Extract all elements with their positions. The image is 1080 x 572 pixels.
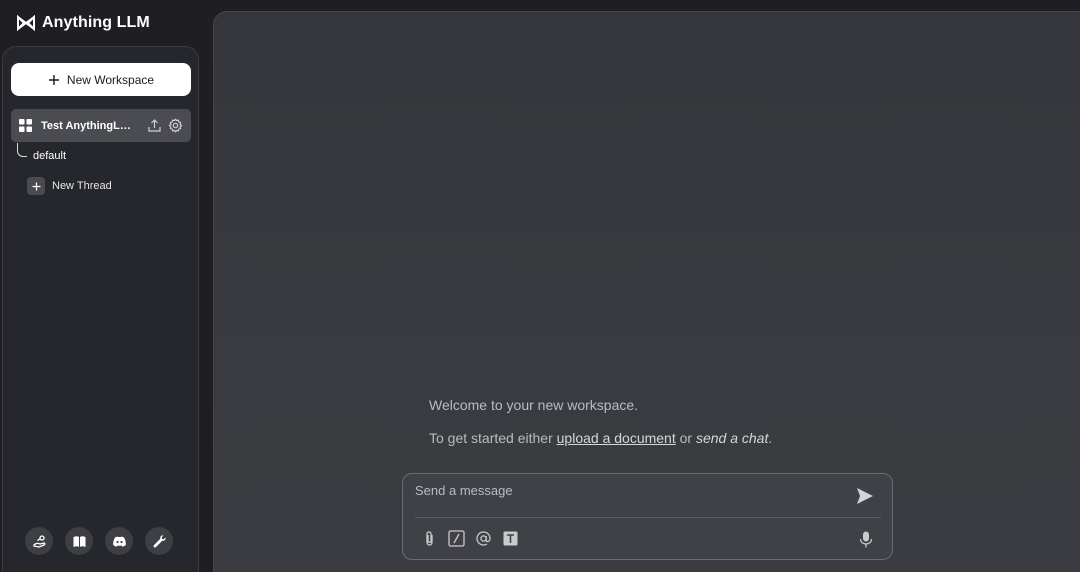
workspace-item[interactable]: Test AnythingLLM bbox=[11, 109, 191, 142]
send-chat-text: send a chat bbox=[695, 430, 769, 446]
workspace-settings-gear-icon[interactable] bbox=[168, 118, 183, 133]
message-input[interactable] bbox=[415, 480, 835, 500]
period: . bbox=[768, 430, 773, 446]
new-thread-label: New Thread bbox=[52, 180, 112, 192]
attach-icon[interactable] bbox=[421, 530, 438, 547]
send-icon[interactable] bbox=[855, 486, 875, 506]
welcome-message: Welcome to your new workspace. bbox=[429, 397, 639, 413]
composer-toolbar bbox=[421, 530, 519, 547]
new-thread-button[interactable]: New Thread bbox=[27, 177, 112, 195]
app-name: Anything LLM bbox=[42, 14, 150, 31]
get-started-message: To get started either upload a document … bbox=[429, 430, 772, 446]
text-size-icon[interactable] bbox=[502, 530, 519, 547]
thread-item-default[interactable]: default bbox=[33, 150, 66, 162]
composer-divider bbox=[415, 517, 881, 518]
sidebar: New Workspace Test AnythingLLM default N… bbox=[2, 46, 199, 572]
sidebar-footer bbox=[25, 527, 173, 555]
app-root: Anything LLM New Workspace Test Anything… bbox=[0, 0, 1080, 572]
plus-icon bbox=[27, 177, 45, 195]
upload-document-link[interactable]: upload a document bbox=[557, 430, 676, 446]
docs-book-icon[interactable] bbox=[65, 527, 93, 555]
slash-command-icon[interactable] bbox=[448, 530, 465, 547]
plus-icon bbox=[48, 74, 59, 85]
at-mention-icon[interactable] bbox=[475, 530, 492, 547]
new-workspace-button[interactable]: New Workspace bbox=[11, 63, 191, 96]
microphone-icon[interactable] bbox=[859, 531, 873, 548]
community-hub-icon[interactable] bbox=[25, 527, 53, 555]
message-composer bbox=[402, 473, 893, 560]
settings-wrench-icon[interactable] bbox=[145, 527, 173, 555]
app-logo: Anything LLM bbox=[16, 12, 150, 34]
workspace-grid-icon bbox=[19, 119, 32, 132]
logo-icon bbox=[17, 15, 35, 31]
chat-main-panel: Welcome to your new workspace. To get st… bbox=[213, 11, 1080, 572]
thread-connector bbox=[17, 143, 27, 157]
upload-icon[interactable] bbox=[147, 118, 162, 133]
new-workspace-label: New Workspace bbox=[66, 72, 155, 87]
discord-icon[interactable] bbox=[105, 527, 133, 555]
get-started-prefix: To get started either bbox=[429, 430, 553, 446]
workspace-name: Test AnythingLLM bbox=[41, 119, 131, 132]
or-text: or bbox=[679, 430, 693, 446]
